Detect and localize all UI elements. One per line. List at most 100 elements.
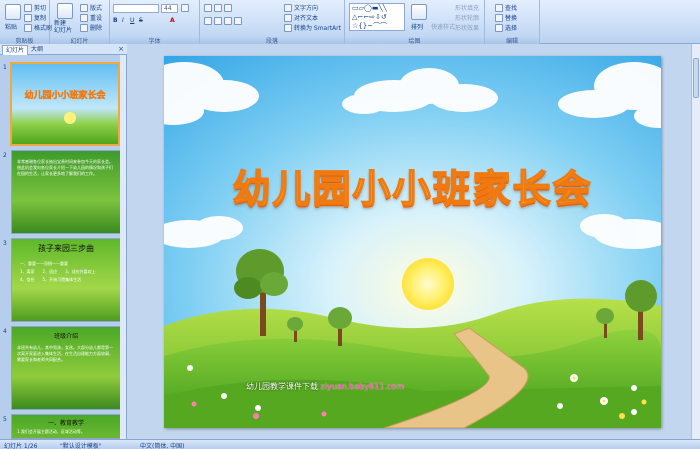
new-slide-button[interactable]: 新建 幻灯片 (54, 20, 72, 34)
slide-background (164, 56, 661, 428)
font-size-dropdown[interactable]: 44 (161, 4, 178, 13)
thumbnail-text: 1.我们会开展主题活动、区域活动等。 (17, 429, 85, 434)
slide-thumbnail-3[interactable]: 孩子来园三步曲 一、重要——恐惧——重要 1、离家 2、适应 3、适应并喜欢上 … (11, 238, 121, 322)
replace-button[interactable]: 替换 (495, 13, 517, 22)
font-color-button[interactable]: A (170, 17, 175, 24)
smartart-label: 转换为 SmartArt (294, 25, 341, 32)
align-center-icon (214, 17, 222, 25)
underline-button[interactable]: U (130, 17, 134, 24)
tab-outline[interactable]: 大纲 (28, 45, 46, 55)
slide-title[interactable]: 幼儿园小小班家长会 (164, 158, 661, 213)
paragraph-group-label: 段落 (200, 36, 344, 45)
footer-url: ziyuan.baby611.com (320, 382, 404, 391)
layout-button[interactable]: 版式 (80, 3, 102, 12)
tab-slides[interactable]: 幻灯片 (2, 45, 29, 55)
clipboard-group-label: 剪贴板 (0, 36, 49, 45)
paragraph-group: 文字方向 对齐文本 转换为 SmartArt 段落 (200, 0, 345, 45)
delete-icon (80, 23, 88, 32)
pane-tabs: 幻灯片 大纲 × (0, 44, 127, 55)
font-name-dropdown[interactable] (113, 4, 159, 13)
replace-label: 替换 (505, 15, 518, 22)
shapes-gallery[interactable]: ▭▱◯▬╲╲ △⌐⌐⇨⇩↺ ☆{}~⌒⌒ (349, 3, 405, 31)
slide-number: 5 (3, 416, 7, 423)
status-bar: 幻灯片 1/26 "默认设计模板" 中文(简体, 中国) (0, 439, 700, 449)
cut-button[interactable]: 剪切 (24, 3, 46, 12)
close-icon[interactable]: × (118, 45, 124, 53)
pane-scrollbar[interactable] (120, 55, 126, 439)
vertical-scrollbar[interactable] (691, 44, 700, 439)
text-direction-label: 文字方向 (294, 5, 319, 12)
slide-number: 2 (3, 152, 7, 159)
ribbon: 粘贴 剪切 复制 格式刷 剪贴板 新建 幻灯片 版式 重设 删除 幻灯片 44 … (0, 0, 700, 45)
smartart-button[interactable]: 转换为 SmartArt (284, 23, 341, 32)
slide-editor: 幼儿园小小班家长会 幼儿园教学课件下载 ziyuan.baby611.com (127, 44, 700, 439)
reset-label: 重设 (90, 15, 103, 22)
delete-label: 删除 (90, 25, 103, 32)
align-left-icon (204, 17, 212, 25)
layout-label: 版式 (90, 5, 103, 12)
footer-text: 幼儿园教学课件下载 (246, 382, 318, 391)
scrollbar-thumb[interactable] (693, 58, 699, 98)
editing-group: 查找 替换 选择 编辑 (485, 0, 540, 45)
align-right-icon (224, 17, 232, 25)
shape-effects-button[interactable]: 形状效果 (455, 23, 479, 32)
smartart-icon (284, 23, 292, 32)
clipboard-group: 粘贴 剪切 复制 格式刷 剪贴板 (0, 0, 52, 45)
paste-button[interactable]: 粘贴 (5, 22, 17, 31)
scissors-icon (24, 3, 32, 12)
align-text-icon (284, 13, 292, 22)
current-slide[interactable]: 幼儿园小小班家长会 幼儿园教学课件下载 ziyuan.baby611.com (164, 56, 661, 428)
bullets-button[interactable] (204, 4, 232, 12)
slide-thumbnail-4[interactable]: 班级介绍 本班共有幼儿，其中男孩，女孩。大部分幼儿都是第一次离开家庭进入集体生活… (11, 326, 121, 410)
arrange-button[interactable]: 排列 (411, 22, 423, 31)
select-button[interactable]: 选择 (495, 23, 517, 32)
grow-font-button[interactable] (181, 4, 189, 12)
slides-group-label: 幻灯片 (50, 36, 109, 45)
slide-number: 1 (3, 64, 7, 71)
find-button[interactable]: 查找 (495, 3, 517, 12)
slide-thumbnail-5[interactable]: 一、教育教学 1.我们会开展主题活动、区域活动等。 (11, 414, 121, 439)
format-painter-button[interactable]: 格式刷 (24, 23, 52, 32)
sun-icon (64, 112, 76, 124)
find-icon (495, 3, 503, 12)
shape-fill-button[interactable]: 形状填充 (455, 3, 479, 12)
slide-thumbnail-2[interactable]: 非常感谢各位家长抽出宝贵时间来参加今天的家长会。借此机会我向各位家长介绍一下幼儿… (11, 150, 121, 234)
thumbnail-title: 班级介绍 (53, 333, 78, 340)
arrange-icon[interactable] (411, 4, 427, 20)
align-text-button[interactable]: 对齐文本 (284, 13, 318, 22)
font-group-label: 字体 (110, 36, 199, 45)
new-slide-icon[interactable] (57, 3, 73, 19)
delete-slide-button[interactable]: 删除 (80, 23, 102, 32)
shape-outline-button[interactable]: 形状轮廓 (455, 13, 479, 22)
slide-thumbnail-1[interactable]: 幼儿园小小班家长会 (10, 62, 120, 146)
replace-icon (495, 13, 503, 22)
select-icon (495, 23, 503, 32)
quick-styles-button[interactable]: 快速样式 (431, 22, 455, 31)
paste-icon[interactable] (5, 4, 21, 20)
thumbnail-title: 孩子来园三步曲 (38, 244, 94, 253)
strikethrough-button[interactable]: S (139, 17, 143, 24)
align-text-label: 对齐文本 (294, 15, 319, 22)
cut-label: 剪切 (34, 5, 47, 12)
text-direction-button[interactable]: 文字方向 (284, 3, 318, 12)
thumbnail-line: 1、离家 2、适应 3、适应并喜欢上 (20, 269, 96, 274)
slides-group: 新建 幻灯片 版式 重设 删除 幻灯片 (50, 0, 110, 45)
copy-button[interactable]: 复制 (24, 13, 46, 22)
copy-label: 复制 (34, 15, 47, 22)
thumbnail-title: 幼儿园小小班家长会 (24, 91, 106, 101)
bold-button[interactable]: B (113, 17, 118, 24)
slides-pane: 幻灯片 大纲 × 1 幼儿园小小班家长会 2 非常感谢各位家长抽出宝贵时间来参加… (0, 44, 127, 439)
reset-icon (80, 13, 88, 22)
brush-icon (24, 23, 32, 32)
slide-footer: 幼儿园教学课件下载 ziyuan.baby611.com (246, 381, 404, 392)
reset-button[interactable]: 重设 (80, 13, 102, 22)
bullets-icon (204, 4, 212, 12)
align-buttons[interactable] (204, 17, 242, 25)
slide-number: 3 (3, 240, 7, 247)
theme-name: "默认设计模板" (60, 443, 102, 449)
slide-count: 幻灯片 1/26 (4, 443, 38, 449)
language-indicator[interactable]: 中文(简体, 中国) (140, 441, 185, 449)
layout-icon (80, 3, 88, 12)
grow-font-icon (181, 4, 189, 12)
italic-button[interactable]: I (122, 17, 124, 24)
